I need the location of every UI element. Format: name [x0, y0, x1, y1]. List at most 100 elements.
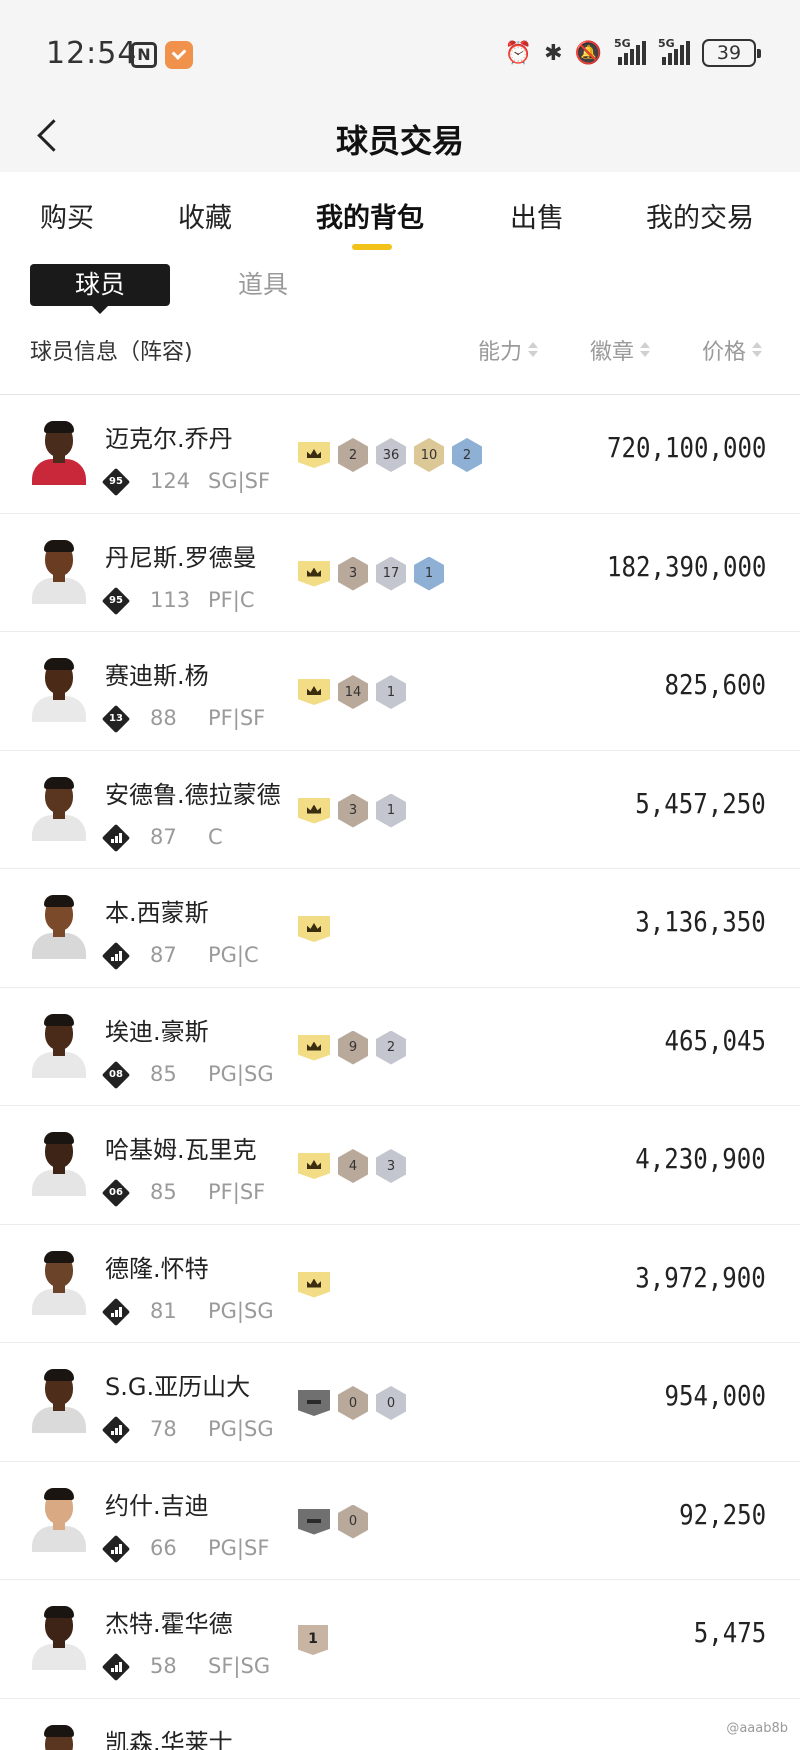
sort-badge[interactable]: 徽章 — [590, 334, 651, 366]
tab-sell[interactable]: 出售 — [510, 196, 564, 235]
badge-group: 00 — [298, 1386, 406, 1420]
watermark: @aaab8b — [726, 1721, 788, 1736]
player-price: 5,457,250 — [635, 786, 766, 820]
sort-icon — [752, 341, 763, 359]
player-avatar — [30, 421, 88, 485]
player-price: 4,230,900 — [635, 1142, 766, 1175]
badge-silver: 3 — [376, 1149, 406, 1183]
player-name: 杰特.霍华德 — [105, 1610, 233, 1638]
badge-brown: 3 — [338, 793, 368, 828]
tab-bar: 购买 收藏 我的背包 出售 我的交易 — [0, 172, 800, 262]
tier-bars-icon — [111, 949, 123, 961]
sort-ability[interactable]: 能力 — [478, 334, 539, 366]
player-avatar — [30, 1487, 88, 1552]
player-price: 92,250 — [679, 1497, 766, 1531]
badge-silver: 2 — [376, 1030, 406, 1065]
sort-price[interactable]: 价格 — [702, 334, 763, 366]
tab-my-trades[interactable]: 我的交易 — [646, 196, 754, 235]
player-price: 825,600 — [664, 668, 766, 701]
tab-favorites[interactable]: 收藏 — [178, 196, 232, 235]
tab-buy[interactable]: 购买 — [40, 196, 94, 235]
player-rating: 124 — [150, 469, 191, 493]
crown-icon — [298, 1034, 330, 1061]
subtab-players[interactable]: 球员 — [30, 264, 170, 314]
player-price: 465,045 — [664, 1023, 766, 1057]
badge-group — [298, 914, 330, 944]
player-row[interactable]: 赛迪斯.杨 13 88 PF|SF 14 1 825,600 — [0, 632, 800, 751]
tier-bars-icon — [111, 831, 123, 843]
bluetooth-icon: ✱ — [544, 40, 563, 66]
player-avatar — [30, 1132, 88, 1196]
player-position: PF|SF — [208, 1180, 266, 1204]
player-rating: 66 — [150, 1535, 177, 1560]
player-name: S.G.亚历山大 — [105, 1373, 251, 1401]
badge-blue: 2 — [452, 438, 482, 472]
player-row[interactable]: 德隆.怀特 81 PG|SG 3,972,900 — [0, 1225, 800, 1343]
tier-number: 95 — [109, 594, 123, 606]
player-name: 哈基姆.瓦里克 — [105, 1136, 257, 1164]
badge-brown: 2 — [338, 438, 368, 472]
player-avatar — [30, 1369, 88, 1433]
tier-number: 08 — [109, 1068, 123, 1080]
player-avatar — [30, 1250, 88, 1315]
player-position: SG|SF — [208, 469, 271, 493]
badge-silver: 0 — [376, 1386, 406, 1420]
badge-group: 2 36 10 2 — [298, 438, 482, 472]
player-row[interactable]: 本.西蒙斯 87 PG|C 3,136,350 — [0, 869, 800, 988]
tier-number: 95 — [109, 476, 123, 487]
player-row[interactable]: 约什.吉迪 66 PG|SF 0 92,250 — [0, 1462, 800, 1580]
battery-icon: 39 — [702, 39, 761, 67]
player-row[interactable]: S.G.亚历山大 78 PG|SG 00 954,000 — [0, 1343, 800, 1462]
player-name: 本.西蒙斯 — [105, 899, 209, 927]
badge-group: 14 1 — [298, 675, 406, 709]
player-position: PF|C — [208, 587, 255, 612]
player-rating: 113 — [150, 587, 191, 612]
player-row[interactable]: 安德鲁.德拉蒙德 87 C 31 5,457,250 — [0, 751, 800, 869]
player-price: 182,390,000 — [606, 549, 766, 583]
tier-bars-icon — [111, 1423, 123, 1435]
player-list: 迈克尔.乔丹 95 124 SG|SF 2 36 10 2 720,100,000 丹… — [0, 395, 800, 1750]
player-rating: 85 — [150, 1061, 177, 1086]
player-position: PG|C — [208, 943, 259, 967]
status-time: 12:54 — [46, 36, 138, 71]
rank-badge: 1 — [298, 1625, 328, 1655]
player-row[interactable]: 埃迪.豪斯 08 85 PG|SG 92 465,045 — [0, 988, 800, 1106]
player-name: 约什.吉迪 — [105, 1491, 209, 1520]
player-position: SF|SG — [208, 1654, 271, 1678]
player-avatar — [30, 895, 88, 959]
player-name: 德隆.怀特 — [105, 1254, 209, 1283]
badge-group: 31 — [298, 793, 406, 828]
player-price: 3,972,900 — [635, 1260, 766, 1294]
active-tab-indicator — [352, 244, 392, 250]
player-rating: 87 — [150, 824, 177, 849]
page-title: 球员交易 — [335, 122, 464, 160]
badge-brown: 9 — [338, 1030, 368, 1065]
badge-brown: 3 — [338, 556, 368, 591]
crown-icon — [298, 679, 330, 705]
player-position: PG|SG — [208, 1417, 274, 1441]
badge-group: 1 — [298, 1625, 328, 1655]
tier-bars-icon — [111, 1542, 123, 1554]
subtab-items[interactable]: 道具 — [238, 264, 288, 306]
player-row[interactable]: 哈基姆.瓦里克 06 85 PF|SF 43 4,230,900 — [0, 1106, 800, 1225]
badge-brown: 4 — [338, 1149, 368, 1183]
player-price: 954,000 — [664, 1379, 766, 1412]
badge-group: 3 17 1 — [298, 556, 444, 591]
player-row[interactable]: 杰特.霍华德 58 SF|SG 1 5,475 — [0, 1580, 800, 1699]
player-avatar — [30, 1724, 88, 1750]
player-name: 凯森.华莱士 — [105, 1728, 233, 1750]
tab-my-bag[interactable]: 我的背包 — [316, 196, 424, 235]
player-avatar — [30, 1606, 88, 1670]
signal-icon: 5G — [614, 37, 646, 65]
top-area: 12:54 N ⏰ ✱ 🔕 5G 5G 39 球员交易 — [0, 0, 800, 172]
subtab-bar: 球员 道具 — [0, 262, 800, 322]
badge-gold: 10 — [414, 438, 444, 472]
player-row[interactable]: 迈克尔.乔丹 95 124 SG|SF 2 36 10 2 720,100,000 — [0, 395, 800, 514]
badge-group: 0 — [298, 1504, 368, 1539]
mute-icon: 🔕 — [574, 40, 602, 66]
player-row[interactable]: 丹尼斯.罗德曼 95 113 PF|C 3 17 1 182,390,000 — [0, 514, 800, 632]
player-avatar — [30, 1013, 88, 1078]
crown-icon — [298, 916, 330, 942]
player-name: 丹尼斯.罗德曼 — [105, 543, 257, 572]
player-row[interactable]: 凯森.华莱士 — [0, 1699, 800, 1750]
